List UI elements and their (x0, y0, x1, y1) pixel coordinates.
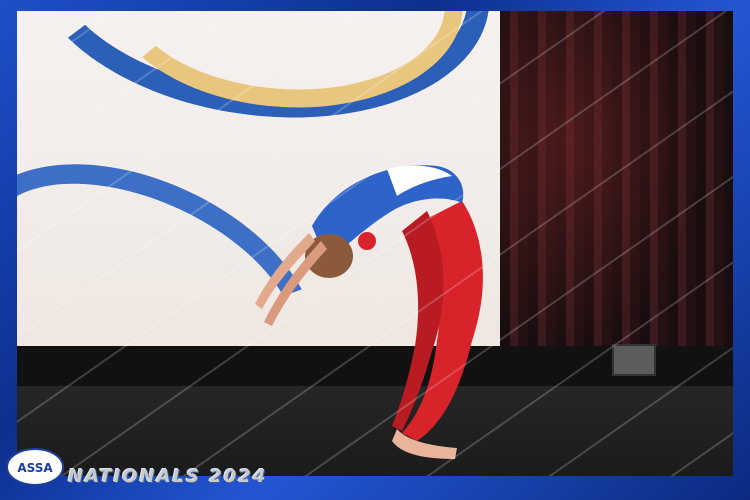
photo (17, 11, 733, 476)
assa-logo: ASSA (6, 448, 64, 486)
svg-text:ASSA: ASSA (17, 461, 53, 475)
stage-light (612, 344, 656, 376)
hair-bow (358, 232, 376, 250)
event-title: NATIONALS 2024 (68, 466, 268, 487)
performer (255, 165, 483, 459)
photo-frame: ASSA NATIONALS 2024 (0, 0, 750, 500)
stage-curtain (500, 11, 733, 381)
backdrop-swoosh (99, 11, 471, 120)
